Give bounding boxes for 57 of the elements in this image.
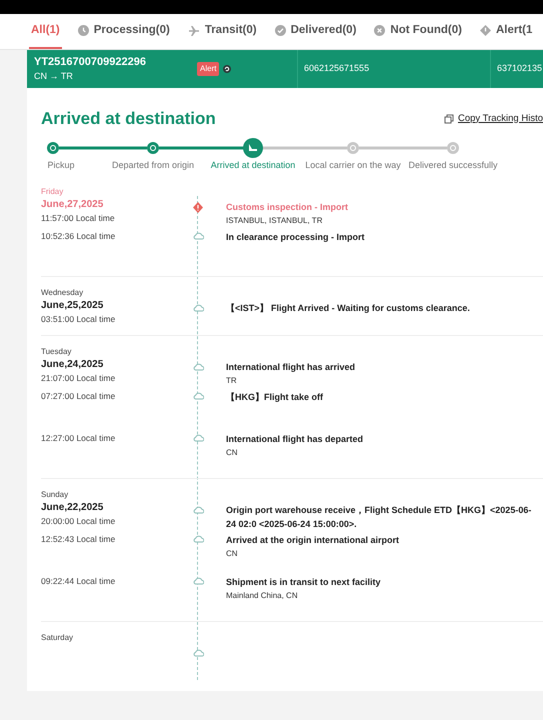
date-label: June,22,2025	[41, 500, 104, 514]
shipment-row[interactable]: YT2516700709922296 CN → TR Alert 6062125671555 637102135	[27, 50, 543, 88]
route-text: CN → TR	[34, 70, 74, 83]
step-label: Delivered successfully	[408, 158, 498, 172]
event-title: Shipment is in transit to next facility	[226, 576, 382, 588]
filter-tab[interactable]: Not Found(0)	[372, 14, 464, 49]
date-label: June,25,2025	[41, 298, 104, 312]
weekday-label: Sunday	[41, 488, 70, 500]
event-time: 12:27:00 Local time	[41, 432, 116, 442]
event-time: 11:57:00 Local time	[41, 212, 115, 222]
filter-tab[interactable]: Alert(1	[478, 14, 534, 49]
step-label: Departed from origin	[112, 158, 194, 172]
event-location: TR	[226, 374, 238, 386]
date-label: June,27,2025	[41, 198, 104, 212]
copy-icon	[444, 114, 454, 124]
check-icon	[274, 25, 286, 36]
event-time: 20:00:00 Local time	[41, 516, 116, 526]
event-location: ISTANBUL, ISTANBUL, TR	[226, 214, 324, 226]
event-title: Arrived at the origin international airport	[226, 534, 400, 546]
step-label: Arrived at destination	[210, 158, 296, 172]
event-time: 03:51:00 Local time	[41, 314, 116, 324]
copy-tracking-link[interactable]: Copy Tracking Histo	[444, 112, 543, 126]
event-time: 12:52:43 Local time	[41, 534, 116, 544]
step-label: Pickup	[48, 158, 74, 172]
table-cell-text: 637102135	[497, 62, 542, 76]
airplane-icon	[188, 24, 200, 36]
event-title: In clearance processing - Import	[226, 230, 366, 244]
filter-tab[interactable]: Transit(0)	[186, 14, 259, 49]
event-title: International flight has departed	[226, 432, 364, 446]
event-title: Origin port warehouse receive，Flight Schedule ETD【HKG】<2025-06-24 02:0 <2025-06-24 15:00:00>.	[226, 504, 532, 530]
weekday-label: Tuesday	[41, 346, 72, 358]
weekday-label: Friday	[41, 186, 64, 198]
status-title: Arrived at destination	[41, 108, 216, 130]
filter-tab[interactable]: Processing(0)	[76, 14, 172, 49]
event-title: 【HKG】Flight take off	[226, 390, 324, 404]
event-time: 21:07:00 Local time	[41, 372, 116, 382]
event-title: Customs inspection - Import	[226, 200, 350, 214]
weekday-label: Saturday	[41, 632, 74, 644]
event-location: CN	[226, 548, 239, 560]
refresh-icon[interactable]	[223, 65, 232, 73]
event-title: 【<IST>】 Flight Arrived - Waiting for customs clearance.	[226, 302, 471, 314]
step-label: Local carrier on the way	[305, 158, 401, 172]
tracking-number: YT2516700709922296	[34, 55, 147, 69]
event-location: Mainland China, CN	[226, 590, 299, 602]
event-time: 09:22:44 Local time	[41, 576, 116, 586]
event-time: 07:27:00 Local time	[41, 390, 116, 400]
event-time: 10:52:36 Local time	[41, 230, 116, 240]
cross-icon	[374, 25, 386, 36]
date-label: June,24,2025	[41, 358, 104, 372]
table-cell-text: 6062125671555	[304, 62, 370, 76]
clock-icon	[78, 25, 89, 36]
filter-tab[interactable]: Delivered(0)	[272, 14, 358, 49]
weekday-label: Wednesday	[41, 286, 84, 298]
alert-icon	[480, 25, 491, 36]
event-location: CN	[226, 446, 239, 458]
status-badge: Alert	[197, 62, 220, 76]
event-title: International flight has arrived	[226, 360, 356, 374]
